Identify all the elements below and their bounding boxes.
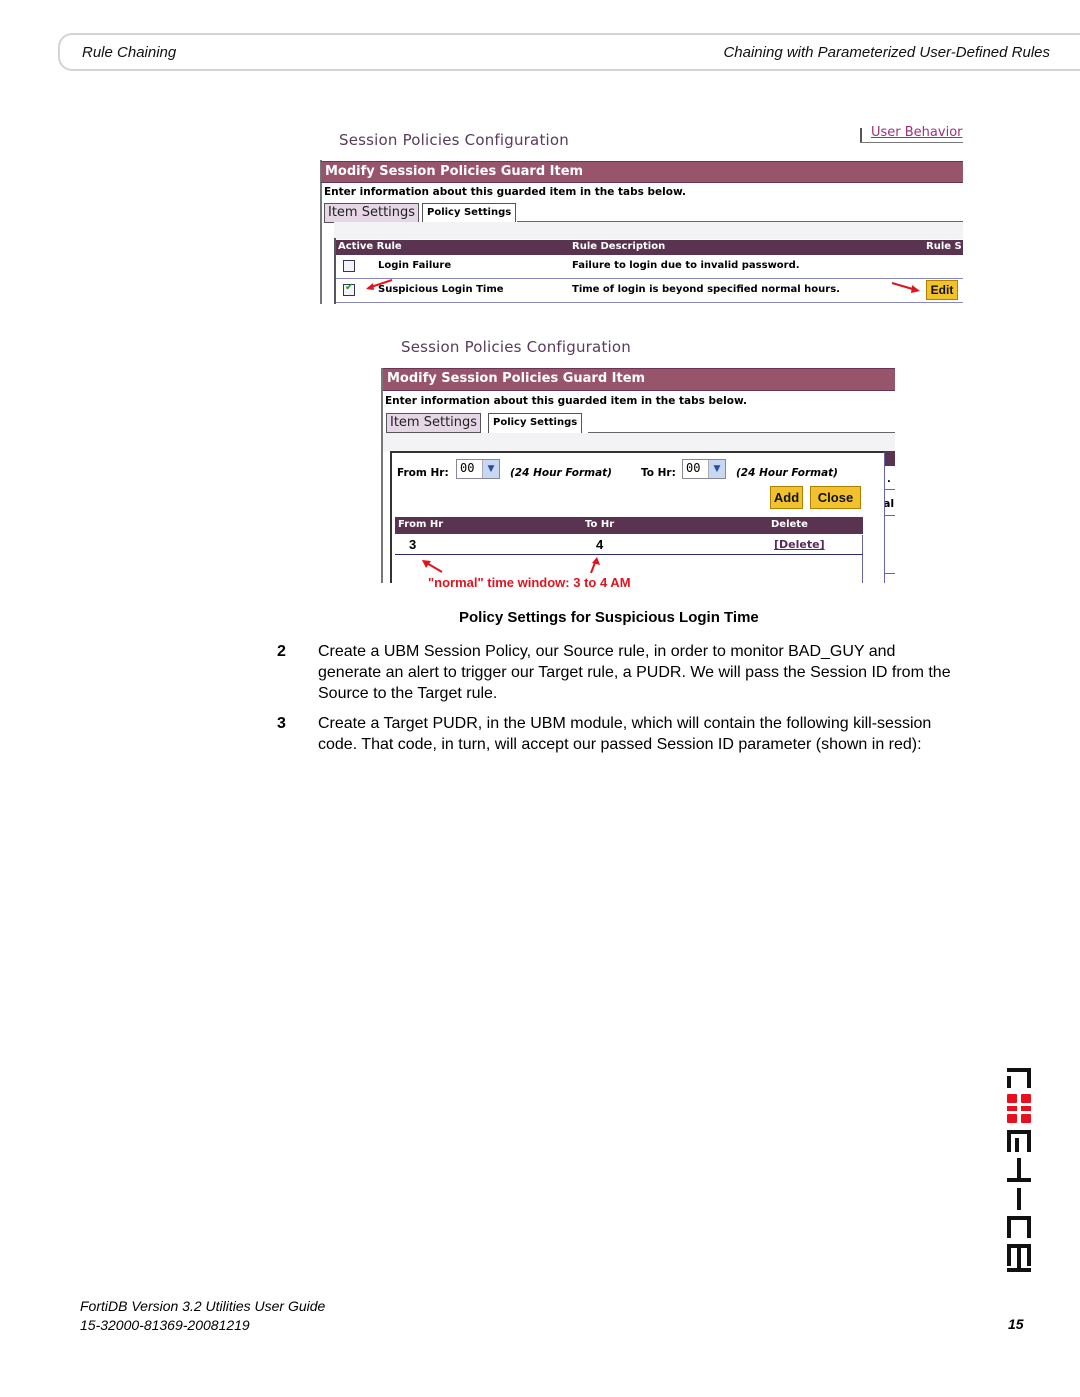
to-hr-label: To Hr: (641, 467, 676, 479)
from-format-hint: (24 Hour Format) (510, 467, 612, 479)
footer-doc-number: 15-32000-81369-20081219 (80, 1317, 250, 1333)
from-hr-cell: 3 (409, 537, 417, 552)
red-arrow-icon (422, 560, 443, 573)
bg-rule (885, 515, 895, 516)
from-hr-value: 00 (460, 461, 475, 475)
col-from-hr: From Hr (398, 519, 444, 530)
config-title: Session Policies Configuration (401, 338, 631, 356)
close-button[interactable]: Close (810, 486, 861, 509)
hours-table-row: 3 4 [Delete] (395, 535, 863, 555)
screenshot-time-window: Session Policies Configuration Modify Se… (0, 0, 1080, 600)
time-window-annotation: "normal" time window: 3 to 4 AM (428, 575, 631, 590)
hours-table-header: From Hr To Hr Delete (395, 517, 863, 534)
panel-info-text: Enter information about this guarded ite… (385, 395, 748, 407)
to-hr-value: 00 (686, 461, 701, 475)
tab-policy-settings[interactable]: Policy Settings (488, 413, 583, 433)
step-number: 3 (277, 715, 286, 732)
col-to-hr: To Hr (585, 519, 615, 530)
logo-accent (1007, 1094, 1031, 1123)
from-hr-select[interactable]: 00 ▼ (456, 459, 500, 479)
page-number: 15 (1008, 1316, 1024, 1332)
col-delete: Delete (771, 519, 808, 530)
add-button[interactable]: Add (770, 486, 803, 509)
red-arrow-icon (590, 557, 600, 574)
chevron-down-icon[interactable]: ▼ (482, 460, 499, 478)
bg-rule (885, 573, 895, 574)
bg-fragment: . (887, 474, 891, 485)
fortinet-logo-icon (1007, 1068, 1031, 1272)
tab-content-area (383, 433, 895, 451)
to-hr-select[interactable]: 00 ▼ (682, 459, 726, 479)
from-hr-label: From Hr: (397, 467, 449, 479)
table-right-border (862, 555, 863, 583)
to-hr-cell: 4 (596, 537, 604, 552)
step-2: 2 Create a UBM Session Policy, our Sourc… (277, 641, 967, 707)
to-format-hint: (24 Hour Format) (736, 467, 838, 479)
bg-rule (885, 489, 895, 490)
tab-item-settings[interactable]: Item Settings (386, 413, 482, 433)
step-3: 3 Create a Target PUDR, in the UBM modul… (277, 713, 967, 779)
footer-guide-title: FortiDB Version 3.2 Utilities User Guide (80, 1298, 326, 1314)
step-text: Create a Target PUDR, in the UBM module,… (318, 715, 932, 753)
chevron-down-icon[interactable]: ▼ (708, 460, 725, 478)
panel-title-bar: Modify Session Policies Guard Item (383, 368, 895, 391)
figure-caption: Policy Settings for Suspicious Login Tim… (459, 609, 759, 626)
step-text: Create a UBM Session Policy, our Source … (318, 643, 951, 702)
step-number: 2 (277, 643, 286, 660)
panel-left-border (381, 368, 383, 583)
delete-link[interactable]: [Delete] (774, 538, 825, 551)
footer-doc-info: FortiDB Version 3.2 Utilities User Guide… (80, 1297, 325, 1335)
